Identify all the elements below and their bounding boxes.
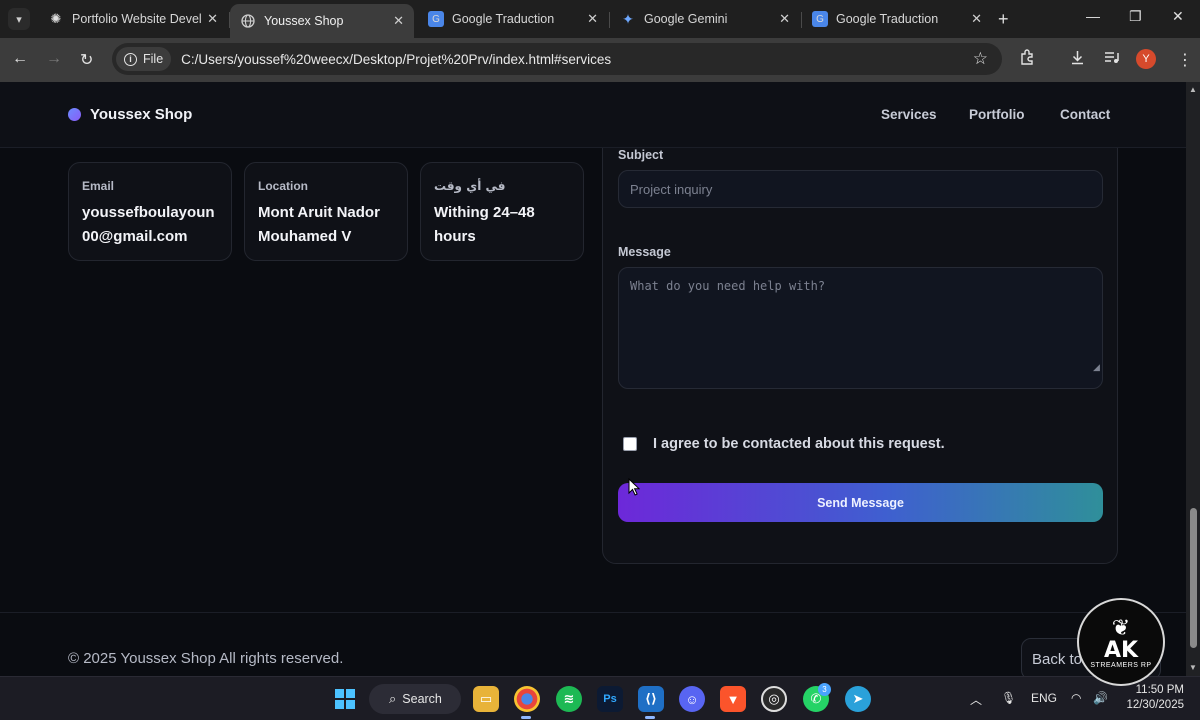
site-footer: © 2025 Youssex Shop All rights reserved.… (0, 612, 1186, 676)
close-tab-icon[interactable]: ✕ (971, 11, 982, 27)
browser-menu-icon[interactable]: ⋮ (1177, 50, 1193, 70)
location-card-value: Mont Aruit Nador Mouhamed V (258, 204, 380, 245)
site-brand[interactable]: Youssex Shop (68, 106, 192, 123)
contact-form: Subject Message ◢ I agree to be contacte… (602, 82, 1118, 564)
scroll-down-icon[interactable]: ▼ (1189, 663, 1197, 672)
google-translate-icon: G (812, 11, 828, 27)
search-icon: ⌕ (389, 691, 397, 706)
resize-handle-icon[interactable]: ◢ (1093, 362, 1100, 373)
browser-toolbar: ← → ↻ i File C:/Users/youssef%20weecx/De… (0, 38, 1200, 82)
close-tab-icon[interactable]: ✕ (587, 11, 598, 27)
response-time-card: في أي وقت Withing 24–48 hours (420, 162, 584, 261)
email-card-value: youssefboulayoun00@gmail.com (82, 204, 215, 245)
maximize-icon[interactable]: ❐ (1129, 8, 1142, 25)
tab-youssex-shop[interactable]: Youssex Shop ✕ (230, 4, 414, 38)
url-text[interactable]: C:/Users/youssef%20weecx/Desktop/Projet%… (181, 52, 611, 67)
scrollbar-thumb[interactable] (1190, 508, 1197, 648)
telegram-icon[interactable]: ➤ (845, 686, 871, 712)
nav-contact[interactable]: Contact (1060, 107, 1110, 122)
volume-icon[interactable]: 🔊 (1093, 691, 1108, 705)
email-card: Email youssefboulayoun00@gmail.com (68, 162, 232, 261)
tab-google-traduction-2[interactable]: G Google Traduction ✕ (802, 4, 992, 34)
tab-search-dropdown-icon[interactable]: ▾ (8, 8, 30, 30)
nav-services[interactable]: Services (881, 107, 937, 122)
page-viewport: Subject Message ◢ I agree to be contacte… (0, 82, 1186, 676)
vscode-active-indicator (645, 716, 655, 719)
taskbar-search[interactable]: ⌕ Search (369, 684, 461, 714)
openai-icon: ✺ (50, 11, 62, 26)
agree-checkbox[interactable] (623, 437, 637, 451)
send-message-button[interactable]: Send Message (618, 483, 1103, 522)
start-icon[interactable] (332, 686, 358, 712)
agree-row: I agree to be contacted about this reque… (623, 436, 945, 452)
vscode-icon[interactable]: ⟨⟩ (638, 686, 664, 712)
chrome-icon[interactable] (514, 686, 540, 712)
site-info-chip[interactable]: i File (116, 47, 172, 71)
scroll-up-icon[interactable]: ▲ (1189, 85, 1197, 94)
close-tab-icon[interactable]: ✕ (393, 13, 404, 29)
chrome-active-indicator (521, 716, 531, 719)
discord-icon[interactable]: ☺ (679, 686, 705, 712)
streamer-logo: ❦ AK STREAMERS RP (1077, 598, 1165, 686)
file-explorer-icon[interactable]: ▭ (473, 686, 499, 712)
photoshop-icon[interactable]: Ps (597, 686, 623, 712)
address-bar[interactable]: i File C:/Users/youssef%20weecx/Desktop/… (112, 43, 1002, 75)
microphone-icon[interactable]: 🎙 (1001, 691, 1016, 705)
response-time-label: في أي وقت (434, 179, 506, 193)
location-card-label: Location (258, 179, 308, 193)
download-icon[interactable] (1069, 49, 1086, 71)
wifi-icon[interactable]: ◠ (1071, 691, 1081, 705)
close-tab-icon[interactable]: ✕ (207, 11, 218, 27)
tab-portfolio-website[interactable]: ✺ Portfolio Website Develop ✕ (38, 4, 228, 34)
language-indicator[interactable]: ENG (1031, 691, 1057, 705)
show-hidden-icons-icon[interactable]: ︿ (970, 691, 982, 708)
gemini-icon: ✦ (622, 10, 634, 27)
info-icon: i (124, 52, 137, 66)
back-icon[interactable]: ← (12, 50, 28, 68)
windows-taskbar: ⌕ Search ▭ ≋ Ps ⟨⟩ ☺ ▼ ◎ ✆ 3 ➤ ︿ 🎙 ENG ◠… (0, 676, 1200, 720)
email-card-label: Email (82, 179, 115, 193)
tab-google-traduction[interactable]: G Google Traduction ✕ (418, 4, 608, 34)
system-clock[interactable]: 11:50 PM 12/30/2025 (1122, 683, 1184, 713)
media-control-icon[interactable] (1103, 49, 1120, 71)
minimize-icon[interactable]: — (1086, 8, 1100, 24)
obs-icon[interactable]: ◎ (761, 686, 787, 712)
close-tab-icon[interactable]: ✕ (779, 11, 790, 27)
spotify-icon[interactable]: ≋ (556, 686, 582, 712)
tab-strip: ▾ ✺ Portfolio Website Develop ✕ Youssex … (0, 0, 1200, 38)
copyright-text: © 2025 Youssex Shop All rights reserved. (68, 650, 344, 667)
response-time-value: Withing 24–48 hours (434, 204, 535, 245)
reload-icon[interactable]: ↻ (80, 50, 93, 70)
new-tab-icon[interactable]: + (998, 9, 1009, 30)
whatsapp-notification-badge: 3 (818, 683, 831, 696)
globe-icon (240, 13, 256, 29)
message-label: Message (618, 245, 671, 259)
eagle-icon: ❦ (1111, 614, 1131, 640)
subject-label: Subject (618, 148, 664, 162)
site-header: Youssex Shop Services Portfolio Contact (0, 82, 1186, 148)
tab-google-gemini[interactable]: ✦ Google Gemini ✕ (610, 4, 800, 34)
bookmark-star-icon[interactable]: ☆ (973, 49, 988, 69)
extensions-icon[interactable] (1019, 49, 1036, 71)
location-card: Location Mont Aruit Nador Mouhamed V (244, 162, 408, 261)
nav-portfolio[interactable]: Portfolio (969, 107, 1025, 122)
message-textarea[interactable] (618, 267, 1103, 389)
close-window-icon[interactable]: ✕ (1172, 8, 1184, 25)
brand-dot-icon (68, 108, 81, 121)
profile-avatar[interactable]: Y (1136, 49, 1156, 69)
google-translate-icon: G (428, 11, 444, 27)
subject-input[interactable] (618, 170, 1103, 208)
page-scrollbar[interactable]: ▲ ▼ (1186, 82, 1200, 676)
agree-label[interactable]: I agree to be contacted about this reque… (653, 436, 945, 452)
forward-icon[interactable]: → (46, 50, 62, 68)
brave-icon[interactable]: ▼ (720, 686, 746, 712)
